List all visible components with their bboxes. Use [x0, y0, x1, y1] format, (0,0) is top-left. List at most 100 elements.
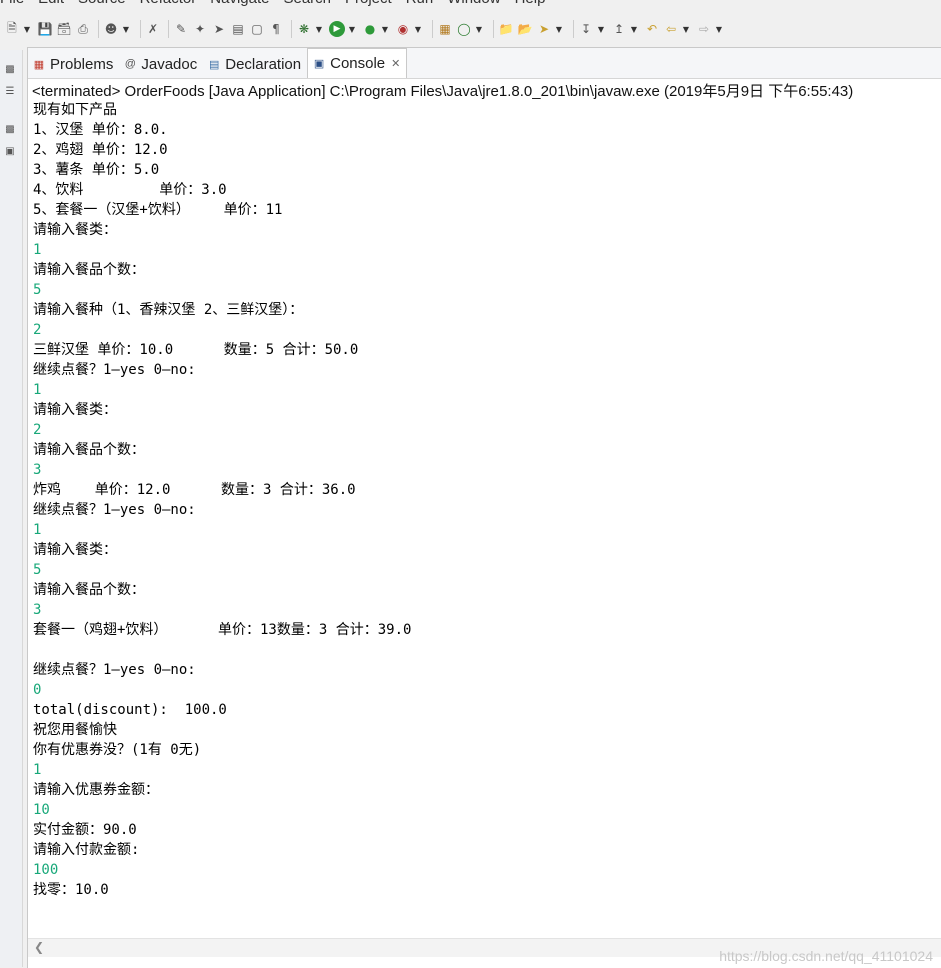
- console-output-line: 三鲜汉堡 单价：10.0 数量：5 合计：50.0: [33, 342, 359, 358]
- coverage-icon[interactable]: ●: [362, 21, 378, 37]
- back-icon[interactable]: ⇦: [663, 21, 679, 37]
- tab-label: Console: [330, 55, 386, 72]
- forward-dropdown-icon[interactable]: ▼: [715, 21, 723, 37]
- task-icon[interactable]: ➤: [536, 21, 552, 37]
- menu-refactor[interactable]: Refactor: [140, 0, 197, 7]
- left-trim-stack: ▩ ☰ ▩ ▣: [0, 50, 23, 967]
- open-type-icon[interactable]: 📂: [517, 21, 533, 37]
- console-input-line: 2: [33, 322, 42, 338]
- console-output-line: 请输入餐类：: [33, 222, 117, 238]
- pilcrow-icon[interactable]: ¶: [268, 21, 284, 37]
- console-output-line: 5、套餐一（汉堡+饮料） 单价：11: [33, 202, 283, 218]
- debug-dropdown-icon[interactable]: ▼: [315, 21, 323, 37]
- console-output-line: 你有优惠券没？(1有 0无): [33, 742, 202, 758]
- restore-icon[interactable]: ▩: [3, 62, 17, 76]
- console-output-line: 祝您用餐愉快: [33, 722, 117, 738]
- scroll-left-icon[interactable]: ❮: [34, 940, 44, 954]
- debug-icon[interactable]: ❋: [296, 21, 312, 37]
- toolbar-separator: [168, 20, 169, 38]
- menu-run[interactable]: Run: [406, 0, 434, 7]
- watermark: https://blog.csdn.net/qq_41101024: [719, 948, 933, 964]
- hierarchy-icon[interactable]: ☰: [3, 84, 17, 98]
- console-output-line: 实付金额：90.0: [33, 822, 137, 838]
- tab-label: Javadoc: [141, 55, 198, 73]
- save-icon[interactable]: 💾: [37, 21, 53, 37]
- menu-navigate[interactable]: Navigate: [210, 0, 269, 7]
- console-input-line: 10: [33, 802, 50, 818]
- tab-label: Declaration: [225, 55, 302, 73]
- console-output-line: 找零：10.0: [33, 882, 109, 898]
- restore-icon-2[interactable]: ▩: [3, 122, 17, 136]
- console-output-line: 请输入优惠券金额：: [33, 782, 159, 798]
- menu-file[interactable]: File: [0, 0, 24, 7]
- menu-search[interactable]: Search: [283, 0, 331, 7]
- run-dropdown-icon[interactable]: ▼: [348, 21, 356, 37]
- toolbar-separator: [291, 20, 292, 38]
- new-class-icon[interactable]: ◯: [456, 21, 472, 37]
- console-input-line: 5: [33, 562, 42, 578]
- console-input-line: 2: [33, 422, 42, 438]
- new-icon[interactable]: 🗎: [4, 21, 20, 37]
- task-dropdown-icon[interactable]: ▼: [555, 21, 563, 37]
- new-class-dropdown-icon[interactable]: ▼: [475, 21, 483, 37]
- console-output[interactable]: 现有如下产品 1、汉堡 单价：8.0. 2、鸡翅 单价：12.0 3、薯条 单价：5.…: [33, 100, 933, 900]
- menu-window[interactable]: Window: [447, 0, 500, 7]
- console-input-line: 1: [33, 242, 42, 258]
- console-input-line: 1: [33, 762, 42, 778]
- close-icon[interactable]: ✕: [391, 57, 400, 70]
- console-output-line: 请输入餐类：: [33, 542, 117, 558]
- console-output-line: 请输入餐品个数：: [33, 442, 145, 458]
- navigate-icon[interactable]: ➤: [211, 21, 227, 37]
- console-output-line: 请输入餐品个数：: [33, 262, 145, 278]
- console-output-line: 请输入餐种（1、香辣汉堡 2、三鲜汉堡）：: [33, 302, 304, 318]
- user-dropdown-icon[interactable]: ▼: [122, 21, 130, 37]
- menu-help[interactable]: Help: [515, 0, 546, 7]
- at-icon: @: [124, 58, 136, 70]
- pin-icon[interactable]: ✎: [173, 21, 189, 37]
- wand-icon[interactable]: ✦: [192, 21, 208, 37]
- tab-declaration[interactable]: ▤ Declaration: [203, 50, 307, 78]
- menu-source[interactable]: Source: [78, 0, 126, 7]
- prev-annotation-icon[interactable]: ↥: [611, 21, 627, 37]
- prev-annotation-dropdown-icon[interactable]: ▼: [630, 21, 638, 37]
- console-input-line: 100: [33, 862, 59, 878]
- skip-breakpoints-icon[interactable]: ✗: [145, 21, 161, 37]
- external-tools-icon[interactable]: ◉: [395, 21, 411, 37]
- new-dropdown-icon[interactable]: ▼: [23, 21, 31, 37]
- view-tab-bar: ▦ Problems @ Javadoc ▤ Declaration ▣ Con…: [28, 48, 941, 79]
- back-dropdown-icon[interactable]: ▼: [682, 21, 690, 37]
- last-edit-icon[interactable]: ↶: [644, 21, 660, 37]
- menu-bar: File Edit Source Refactor Navigate Search Proj…: [0, 0, 941, 8]
- book-icon[interactable]: ▤: [230, 21, 246, 37]
- menu-project[interactable]: Project: [345, 0, 392, 7]
- console-output-line: 套餐一（鸡翅+饮料） 单价：13数量：3 合计：39.0: [33, 622, 412, 638]
- toolbar-separator: [98, 20, 99, 38]
- main-toolbar: 🗎 ▼ 💾 🗃 ⎙ ☻ ▼ ✗ ✎ ✦ ➤ ▤ ▢ ¶ ❋ ▼ ▶ ▼ ● ▼ ◉ ▼ ▦ …: [0, 11, 941, 47]
- next-annotation-dropdown-icon[interactable]: ▼: [597, 21, 605, 37]
- console-output-line: 继续点餐？1—yes 0—no:: [33, 502, 196, 518]
- console-output-line: 2、鸡翅 单价：12.0: [33, 142, 168, 158]
- console-output-line: 现有如下产品: [33, 102, 117, 118]
- menu-edit[interactable]: Edit: [38, 0, 64, 7]
- tab-problems[interactable]: ▦ Problems: [28, 50, 119, 78]
- console-output-line: 请输入餐类：: [33, 402, 117, 418]
- user-icon[interactable]: ☻: [103, 21, 119, 37]
- forward-icon[interactable]: ⇨: [696, 21, 712, 37]
- console-output-line: 炸鸡 单价：12.0 数量：3 合计：36.0: [33, 482, 356, 498]
- tab-javadoc[interactable]: @ Javadoc: [119, 50, 203, 78]
- console-output-line: 请输入付款金额:: [33, 842, 140, 858]
- new-package-icon[interactable]: ▦: [437, 21, 453, 37]
- external-tools-dropdown-icon[interactable]: ▼: [414, 21, 422, 37]
- problems-icon: ▦: [33, 58, 45, 71]
- save-all-icon[interactable]: 🗃: [56, 21, 72, 37]
- open-folder-icon[interactable]: 📁: [498, 21, 514, 37]
- coverage-dropdown-icon[interactable]: ▼: [381, 21, 389, 37]
- console-input-line: 3: [33, 462, 42, 478]
- console-input-line: 5: [33, 282, 42, 298]
- print-icon[interactable]: ⎙: [75, 21, 91, 37]
- next-annotation-icon[interactable]: ↧: [578, 21, 594, 37]
- run-icon[interactable]: ▶: [329, 21, 345, 37]
- tab-console[interactable]: ▣ Console ✕: [307, 48, 408, 78]
- outline-icon[interactable]: ▣: [3, 144, 17, 158]
- frame-icon[interactable]: ▢: [249, 21, 265, 37]
